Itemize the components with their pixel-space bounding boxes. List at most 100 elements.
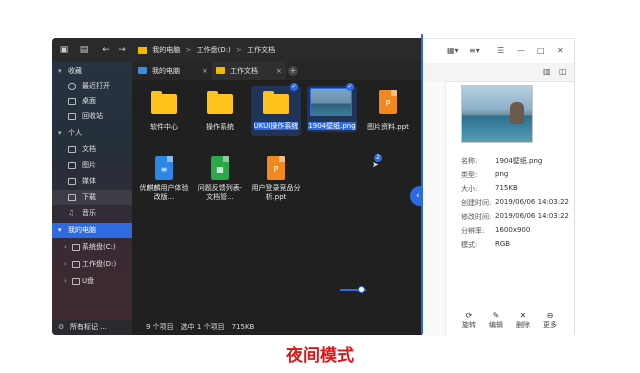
close-icon[interactable]: × [202, 62, 208, 80]
tab-label: 工作文档 [230, 67, 258, 75]
folder-icon [138, 46, 147, 54]
back-arrow-icon[interactable]: ← [100, 38, 112, 62]
chevron-down-icon: ▾ [58, 67, 62, 75]
sidebar-item-label: 文档 [82, 145, 96, 153]
close-icon[interactable]: ✕ [557, 45, 564, 57]
sidebar-section-favorites[interactable]: ▾ 收藏 [52, 64, 132, 79]
file-name: 操作系统 [206, 123, 234, 131]
clock-icon [68, 83, 76, 90]
detail-value: 2019/06/06 14:03:22 [495, 212, 570, 220]
sidebar-item-trash[interactable]: 回收站 [52, 109, 132, 124]
tab-bar: 我的电脑 × 工作文档 × + [132, 62, 422, 80]
sidebar-section-label: 我的电脑 [68, 226, 96, 234]
sidebar-item-pictures[interactable]: 图片 [52, 158, 132, 173]
tab-work-docs[interactable]: 工作文档 × [212, 62, 286, 80]
action-label: 编辑 [489, 321, 503, 329]
chevron-down-icon: ▾ [58, 226, 62, 234]
tab-my-computer[interactable]: 我的电脑 × [136, 62, 210, 80]
check-icon[interactable]: ✓ [290, 83, 298, 91]
maximize-icon[interactable]: □ [537, 45, 545, 57]
detail-key: 创建时间: [461, 199, 492, 207]
ppt-icon: P [379, 90, 397, 114]
check-icon[interactable]: ✓ [346, 83, 354, 91]
forward-arrow-icon[interactable]: → [116, 38, 128, 62]
rock-shape [510, 102, 524, 124]
chevron-right-icon: › [64, 277, 67, 285]
detail-key: 修改时间: [461, 213, 492, 221]
detail-value: RGB [495, 240, 511, 248]
edit-icon: ✎ [492, 311, 500, 320]
action-label: 删除 [516, 321, 530, 329]
sidebar-item-downloads[interactable]: 下载 [52, 190, 132, 205]
folder-icon [151, 94, 177, 114]
detail-key: 名称: [461, 157, 478, 165]
detail-key: 大小: [461, 185, 478, 193]
document-icon: ≡ [155, 156, 173, 180]
breadcrumb: 我的电脑 > 工作盘(D:) > 工作文档 [138, 38, 278, 62]
detail-value: png [495, 170, 509, 178]
sidebar-item-usb-drive[interactable]: › U盘 [52, 274, 132, 289]
sidebar-item-desktop[interactable]: 桌面 [52, 94, 132, 109]
file-name: 图片资料.ppt [367, 123, 409, 131]
breadcrumb-item[interactable]: 我的电脑 [152, 46, 180, 54]
drive-icon [72, 261, 80, 268]
sidebar-toggle-icon[interactable]: ▣ [58, 38, 70, 62]
grid-view-icon[interactable]: ▦▾ [447, 45, 459, 57]
document-icon [68, 146, 76, 153]
list-view-icon[interactable]: ≡▾ [469, 45, 480, 57]
all-tags-label: 所有标记 ... [70, 323, 107, 331]
sidebar-item-documents[interactable]: 文档 [52, 142, 132, 157]
delete-button[interactable]: ✕ 删除 [511, 311, 535, 330]
sidebar-item-system-drive[interactable]: › 系统盘(C:) [52, 240, 132, 255]
sidebar-item-label: 桌面 [82, 97, 96, 105]
spreadsheet-icon: ▦ [211, 156, 229, 180]
tab-label: 我的电脑 [152, 67, 180, 75]
view-toggle-icon[interactable]: ▤ [78, 38, 90, 62]
usb-icon [72, 278, 80, 285]
picture-icon [68, 162, 76, 169]
detail-key: 分辨率: [461, 227, 485, 235]
sidebar-item-label: U盘 [82, 277, 95, 285]
breadcrumb-item[interactable]: 工作盘(D:) [197, 46, 231, 54]
sidebar-item-recent[interactable]: 最近打开 [52, 79, 132, 94]
sidebar-all-tags[interactable]: ⚙ 所有标记 ... [52, 320, 132, 335]
light-file-list-pane [423, 81, 446, 336]
zoom-slider-handle[interactable] [358, 286, 365, 293]
more-button[interactable]: ⊖ 更多 [538, 311, 562, 330]
sidebar-item-label: 媒体 [82, 177, 96, 185]
sidebar-section-computer[interactable]: ▾ 我的电脑 [52, 223, 132, 238]
preview-pane-icon[interactable]: ◫ [559, 66, 567, 78]
split-view-icon[interactable]: ▥ [543, 66, 551, 78]
music-icon: ♫ [68, 209, 75, 217]
breadcrumb-item[interactable]: 工作文档 [247, 46, 275, 54]
minimize-icon[interactable]: — [517, 45, 525, 57]
folder-icon [216, 67, 225, 74]
caption-night-mode: 夜间模式 [286, 346, 354, 366]
drive-icon [72, 244, 80, 251]
detail-value: 1904壁纸.png [495, 157, 543, 165]
sidebar-item-label: 下载 [82, 193, 96, 201]
sidebar-item-label: 最近打开 [82, 82, 110, 90]
sidebar-item-work-drive[interactable]: › 工作盘(D:) [52, 257, 132, 272]
add-tab-button[interactable]: + [288, 66, 298, 76]
file-name: 问题反馈列表-文档管... [197, 184, 243, 201]
sidebar-item-music[interactable]: ♫ 音乐 [52, 206, 132, 221]
sidebar-item-label: 回收站 [82, 112, 103, 120]
folder-icon [207, 94, 233, 114]
edit-button[interactable]: ✎ 编辑 [484, 311, 508, 330]
sidebar-item-label: 工作盘(D:) [82, 260, 117, 268]
detail-value: 715KB [495, 184, 518, 192]
detail-key: 模式: [461, 241, 478, 249]
sidebar-item-label: 音乐 [82, 209, 96, 217]
status-bar: 9 个项目 选中 1 个项目 715KB [132, 320, 422, 335]
sidebar: ▾ 收藏 最近打开 桌面 回收站 ▾ 个人 文档 图片 媒体 下载 ♫ 音乐 ▾… [52, 62, 132, 335]
light-file-manager-window: ▦▾ ≡▾ ☰ — □ ✕ ▥ ◫ 名称: 1904壁纸.png 类型: png… [423, 38, 575, 336]
menu-icon[interactable]: ☰ [497, 45, 504, 57]
sidebar-section-label: 收藏 [68, 67, 82, 75]
computer-icon [138, 67, 147, 74]
sidebar-item-media[interactable]: 媒体 [52, 174, 132, 189]
close-icon[interactable]: × [276, 62, 282, 80]
mouse-cursor-icon: ➤ [372, 160, 379, 169]
sidebar-section-personal[interactable]: ▾ 个人 [52, 126, 132, 141]
rotate-button[interactable]: ⟳ 旋转 [457, 311, 481, 330]
